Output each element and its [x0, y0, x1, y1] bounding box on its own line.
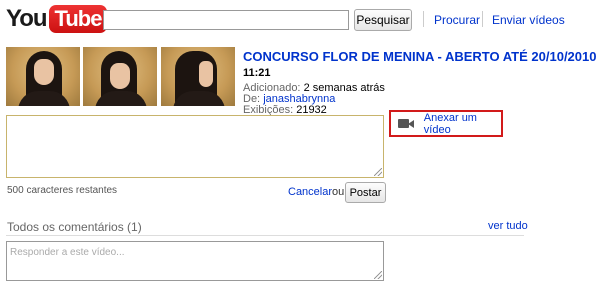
nav-divider	[482, 11, 483, 27]
chars-remaining: 500 caracteres restantes	[7, 185, 118, 196]
attach-video-label: Anexar um vídeo	[423, 111, 477, 136]
search-input[interactable]	[103, 10, 349, 30]
see-all-link[interactable]: ver tudo	[488, 220, 528, 232]
resize-grip-icon[interactable]	[374, 271, 382, 279]
logo-tube-text: Tube	[48, 5, 108, 33]
video-title-link[interactable]: CONCURSO FLOR DE MENINA - ABERTO ATÉ 20/…	[243, 49, 596, 64]
search-button[interactable]: Pesquisar	[354, 9, 412, 31]
video-duration: 11:21	[243, 67, 271, 79]
reply-placeholder: Responder a este vídeo...	[10, 247, 125, 258]
video-thumbnail[interactable]	[6, 47, 80, 106]
logo-you-text: You	[6, 5, 48, 32]
comments-heading: Todos os comentários (1)	[7, 220, 142, 234]
attach-video-button[interactable]: Anexar um vídeo	[389, 110, 503, 137]
video-camera-icon	[398, 118, 414, 129]
divider	[6, 235, 524, 236]
video-thumbnail[interactable]	[161, 47, 235, 106]
youtube-logo[interactable]: You Tube	[6, 4, 108, 34]
nav-divider	[423, 11, 424, 27]
cancel-link[interactable]: Cancelar	[288, 186, 332, 198]
post-button[interactable]: Postar	[345, 182, 386, 203]
nav-upload-link[interactable]: Enviar vídeos	[492, 13, 565, 27]
nav-browse-link[interactable]: Procurar	[434, 13, 480, 27]
resize-grip-icon[interactable]	[374, 168, 382, 176]
or-text: ou	[332, 186, 345, 198]
comment-textarea[interactable]	[6, 115, 384, 178]
video-thumbnail[interactable]	[83, 47, 157, 106]
reply-input[interactable]: Responder a este vídeo...	[6, 241, 384, 281]
